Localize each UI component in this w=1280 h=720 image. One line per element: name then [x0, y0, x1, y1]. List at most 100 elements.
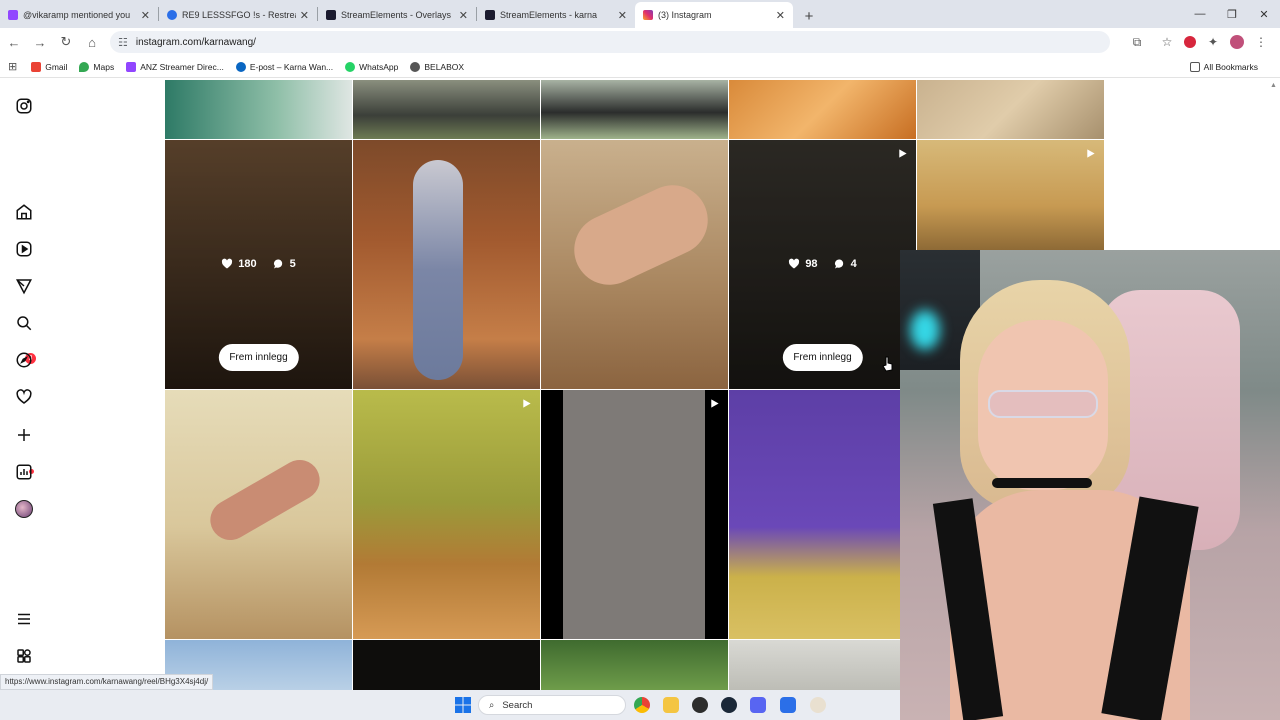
feature-post-button[interactable]: Frem innlegg: [782, 344, 863, 371]
post-thumbnail[interactable]: [165, 80, 352, 139]
home-icon[interactable]: [14, 202, 34, 222]
post-thumbnail[interactable]: [541, 390, 728, 639]
post-thumbnail[interactable]: [353, 390, 540, 639]
forward-arrow-icon[interactable]: →: [28, 30, 52, 54]
also-from-meta-icon[interactable]: [14, 646, 34, 666]
reels-icon[interactable]: [14, 239, 34, 259]
post-thumbnail[interactable]: [917, 80, 1104, 139]
bookmark-epost[interactable]: E-post – Karna Wan...: [235, 61, 333, 72]
close-tab-icon[interactable]: ✕: [776, 9, 785, 22]
chrome-taskbar-icon[interactable]: [634, 697, 650, 713]
windows-start-icon[interactable]: [455, 697, 471, 713]
tab-twitch-mention[interactable]: @vikaramp mentioned you ✕: [0, 2, 158, 28]
likes-count: 98: [788, 258, 818, 270]
close-window-icon[interactable]: ✕: [1248, 0, 1280, 28]
taskbar-search[interactable]: ⌕ Search: [478, 695, 626, 715]
bookmark-gmail[interactable]: Gmail: [31, 61, 67, 72]
site-info-icon[interactable]: ☷: [118, 36, 128, 49]
reload-icon[interactable]: ↻: [54, 30, 78, 54]
globe-icon: [410, 61, 421, 72]
extensions-puzzle-icon[interactable]: ✦: [1200, 30, 1226, 54]
tab-instagram[interactable]: (3) Instagram ✕: [635, 2, 793, 28]
feature-post-button[interactable]: Frem innlegg: [218, 344, 299, 371]
address-url: instagram.com/karnawang/: [135, 36, 256, 48]
post-thumbnail[interactable]: [353, 640, 540, 690]
browser-toolbar: ← → ↻ ⌂ ☷ instagram.com/karnawang/ ⧉ ☆ ✦…: [0, 28, 1280, 56]
obs-icon[interactable]: [692, 697, 708, 713]
comment-icon: [273, 259, 282, 269]
restore-icon[interactable]: ❐: [1216, 0, 1248, 28]
tab-title: RE9 LESSSFGO !s - Restream: [182, 10, 296, 20]
post-thumbnail-hovered[interactable]: 98 4 Frem innlegg: [729, 140, 916, 389]
hamburger-menu-icon[interactable]: [14, 609, 34, 629]
streamelements-favicon-icon: [485, 10, 495, 20]
folder-icon: [1189, 61, 1200, 72]
instagram-logo-icon[interactable]: [14, 96, 34, 116]
post-thumbnail-hovered[interactable]: 180 5 Frem innlegg: [165, 140, 352, 389]
minimize-icon[interactable]: —: [1184, 0, 1216, 28]
post-thumbnail[interactable]: [165, 390, 352, 639]
steam-icon[interactable]: [721, 697, 737, 713]
tab-title: (3) Instagram: [658, 10, 712, 20]
streamelements-favicon-icon: [326, 10, 336, 20]
tab-restream[interactable]: RE9 LESSSFGO !s - Restream ✕: [159, 2, 317, 28]
post-thumbnail[interactable]: [353, 80, 540, 139]
twitch-icon: [126, 61, 137, 72]
home-icon[interactable]: ⌂: [80, 30, 104, 54]
menu-kebab-icon[interactable]: ⋮: [1248, 30, 1274, 54]
reel-play-icon: [523, 399, 531, 408]
new-tab-button[interactable]: +: [797, 4, 821, 28]
post-thumbnail[interactable]: [729, 640, 916, 690]
discord-icon[interactable]: [750, 697, 766, 713]
all-bookmarks[interactable]: All Bookmarks: [1189, 61, 1258, 72]
bookmark-label: BELABOX: [424, 61, 465, 72]
file-explorer-icon[interactable]: [663, 697, 679, 713]
close-tab-icon[interactable]: ✕: [459, 9, 468, 22]
close-tab-icon[interactable]: ✕: [618, 9, 627, 22]
create-plus-icon[interactable]: [14, 425, 34, 445]
instagram-sidebar: 3: [0, 80, 60, 720]
bookmark-maps[interactable]: Maps: [79, 61, 114, 72]
extension-icon[interactable]: [1184, 36, 1196, 48]
address-bar[interactable]: ☷ instagram.com/karnawang/: [110, 31, 1110, 53]
tab-streamelements-karna[interactable]: StreamElements - karna ✕: [477, 2, 635, 28]
taskbar-search-label: Search: [502, 699, 533, 711]
notifications-heart-icon[interactable]: [14, 387, 34, 407]
hand-cursor-icon: [882, 356, 893, 372]
dashboard-icon[interactable]: [14, 462, 34, 482]
page-margin: [1105, 80, 1280, 250]
bookmark-label: WhatsApp: [359, 61, 399, 72]
post-thumbnail[interactable]: [541, 640, 728, 690]
explore-compass-icon[interactable]: [14, 350, 34, 370]
heart-icon: [789, 258, 800, 269]
scroll-up-arrow-icon[interactable]: ▲: [1270, 82, 1277, 89]
cast-icon[interactable]: ⧉: [1124, 30, 1150, 54]
bookmark-anz-streamer[interactable]: ANZ Streamer Direc...: [126, 61, 224, 72]
heart-icon: [222, 258, 233, 269]
reel-play-icon: [899, 149, 907, 158]
app-icon[interactable]: [780, 697, 796, 713]
search-icon[interactable]: [14, 313, 34, 333]
app-icon[interactable]: [810, 697, 826, 713]
choker: [992, 478, 1092, 488]
post-stats: 98 4: [729, 258, 916, 270]
post-thumbnail[interactable]: [541, 80, 728, 139]
post-thumbnail[interactable]: [729, 390, 916, 639]
tab-streamelements-overlays[interactable]: StreamElements - Overlays ✕: [318, 2, 476, 28]
close-tab-icon[interactable]: ✕: [141, 9, 150, 22]
post-thumbnail[interactable]: [541, 140, 728, 389]
close-tab-icon[interactable]: ✕: [300, 9, 309, 22]
post-thumbnail[interactable]: [353, 140, 540, 389]
back-arrow-icon[interactable]: ←: [2, 30, 26, 54]
profile-avatar[interactable]: [14, 499, 34, 519]
bookmark-belabox[interactable]: BELABOX: [410, 61, 465, 72]
bookmark-whatsapp[interactable]: WhatsApp: [345, 61, 399, 72]
profile-avatar[interactable]: [1230, 35, 1244, 49]
search-icon: ⌕: [489, 699, 495, 711]
threads-messages-icon[interactable]: [14, 276, 34, 296]
apps-grid-icon[interactable]: ⊞: [8, 60, 17, 73]
bookmark-star-icon[interactable]: ☆: [1154, 30, 1180, 54]
post-thumbnail[interactable]: [917, 140, 1104, 250]
post-thumbnail[interactable]: [729, 80, 916, 139]
whatsapp-icon: [345, 61, 356, 72]
